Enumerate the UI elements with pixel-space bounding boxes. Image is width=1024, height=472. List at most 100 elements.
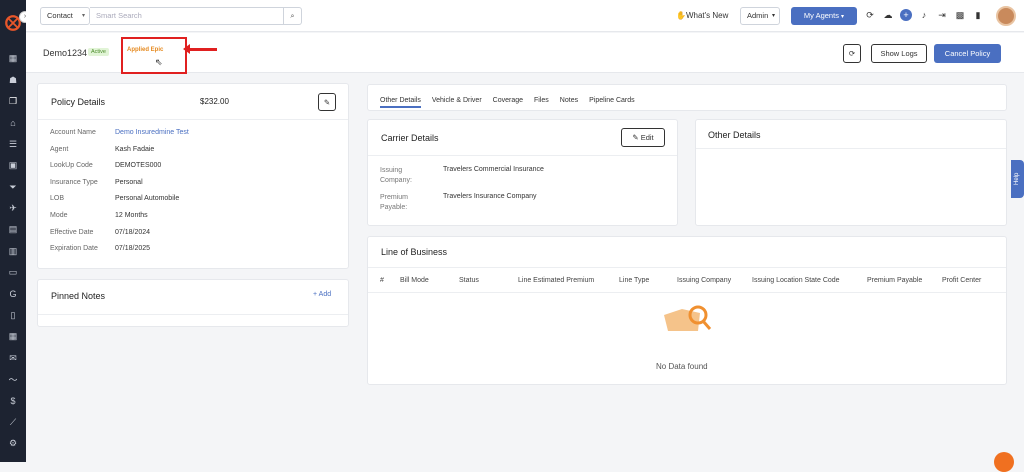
tab-pipeline-cards[interactable]: Pipeline Cards bbox=[589, 97, 635, 108]
add-note-label: Add bbox=[318, 291, 332, 298]
add-icon[interactable]: + bbox=[900, 9, 912, 21]
edit-carrier-button[interactable]: ✎ Edit bbox=[621, 128, 665, 147]
divider bbox=[696, 148, 1006, 149]
issuing-company-value: Travelers Commercial Insurance bbox=[443, 166, 544, 173]
carrier-details-title: Carrier Details bbox=[381, 133, 439, 143]
search-placeholder: Smart Search bbox=[96, 11, 142, 20]
sync-icon[interactable]: ⟳ bbox=[864, 9, 876, 21]
pencil-icon: ✎ bbox=[323, 98, 331, 107]
chat-bubble[interactable] bbox=[994, 452, 1014, 472]
document-icon[interactable]: ▤ bbox=[0, 219, 26, 240]
chevron-down-icon: ▾ bbox=[841, 14, 845, 20]
policy-detail-value[interactable]: Demo Insuredmine Test bbox=[115, 129, 189, 136]
chip-icon[interactable]: ▩ bbox=[954, 9, 966, 21]
list-icon[interactable]: ☰ bbox=[0, 134, 26, 155]
policies-icon[interactable]: ❐ bbox=[0, 91, 26, 112]
sidebar-nav: ▦ ☗ ❐ ⌂ ☰ ▣ ⏷ ✈ ▤ ▥ ▭ G ▯ ▦ ✉ 〜 $ ⟋ ⚙ bbox=[0, 48, 26, 454]
settings-icon[interactable]: ⚙ bbox=[0, 433, 26, 454]
edit-label: Edit bbox=[640, 133, 654, 142]
whats-new-label: What's New bbox=[685, 11, 729, 20]
dollar-icon[interactable]: $ bbox=[0, 390, 26, 411]
pinned-notes-title: Pinned Notes bbox=[51, 291, 106, 301]
trash-icon[interactable]: ▮ bbox=[972, 9, 984, 21]
logout-icon[interactable]: ⇥ bbox=[936, 9, 948, 21]
analytics-icon[interactable]: ▥ bbox=[0, 241, 26, 262]
folder-icon[interactable]: ▭ bbox=[0, 262, 26, 283]
tab-files[interactable]: Files bbox=[534, 97, 549, 108]
bell-icon[interactable]: ♪ bbox=[918, 9, 930, 21]
premium-payable-value: Travelers Insurance Company bbox=[443, 193, 537, 200]
sidebar: › ▦ ☗ ❐ ⌂ ☰ ▣ ⏷ ✈ ▤ ▥ ▭ G ▯ ▦ ✉ 〜 $ ⟋ ⚙ bbox=[0, 0, 31, 462]
search-icon[interactable]: ⌕ bbox=[283, 8, 301, 24]
calendar-icon[interactable]: ▦ bbox=[0, 326, 26, 347]
reports-icon[interactable]: ▣ bbox=[0, 155, 26, 176]
cloud-icon[interactable]: ☁ bbox=[882, 9, 894, 21]
policy-detail-value: Personal Automobile bbox=[115, 195, 180, 203]
megaphone-icon[interactable]: ✈ bbox=[0, 198, 26, 219]
lob-column-header: Issuing Location State Code bbox=[752, 277, 840, 284]
edit-policy-button[interactable]: ✎ bbox=[318, 93, 336, 111]
tab-coverage[interactable]: Coverage bbox=[493, 97, 523, 108]
tab-notes[interactable]: Notes bbox=[560, 97, 578, 108]
policy-detail-value: 07/18/2024 bbox=[115, 228, 151, 236]
detail-tabs: Other Details Vehicle & Driver Coverage Fil… bbox=[380, 97, 635, 108]
tab-vehicle-driver[interactable]: Vehicle & Driver bbox=[432, 97, 482, 108]
policy-details-card: Policy Details $232.00 ✎ Account Name Dem… bbox=[37, 83, 349, 269]
chevron-down-icon: ▾ bbox=[771, 13, 775, 19]
cursor-icon: ⇖ bbox=[155, 57, 163, 67]
dashboard-icon[interactable]: ▦ bbox=[0, 48, 26, 69]
applied-epic-label: Applied Epic bbox=[127, 47, 164, 53]
smart-search-input[interactable]: Smart Search ⌕ bbox=[90, 7, 302, 25]
divider bbox=[368, 155, 677, 156]
admin-select[interactable]: Admin ▾ bbox=[740, 7, 780, 25]
trend-icon[interactable]: 〜 bbox=[0, 369, 26, 390]
policy-detail-value: DEMOTES000 bbox=[115, 162, 162, 170]
applied-epic-logo[interactable]: Applied Epic ⇖ bbox=[121, 37, 187, 74]
help-label: Help bbox=[1014, 172, 1020, 186]
avatar[interactable] bbox=[996, 6, 1016, 26]
line-of-business-title: Line of Business bbox=[381, 247, 448, 257]
help-tab[interactable]: Help bbox=[1011, 160, 1024, 198]
policy-details-title: Policy Details bbox=[51, 97, 106, 107]
my-agents-label: My Agents bbox=[803, 11, 839, 20]
show-logs-button[interactable]: Show Logs bbox=[871, 44, 927, 63]
policy-detail-value: 12 Months bbox=[115, 212, 148, 219]
add-note-button[interactable]: + Add bbox=[313, 291, 331, 298]
policy-detail-row: Expiration Date 07/18/2025 bbox=[50, 245, 150, 253]
clipboard-icon[interactable]: ▯ bbox=[0, 305, 26, 326]
policy-detail-row: Insurance Type Personal bbox=[50, 179, 143, 186]
refresh-button[interactable]: ⟳ bbox=[843, 44, 861, 63]
carrier-details-card: Carrier Details ✎ Edit Issuing Company: … bbox=[367, 119, 678, 226]
hand-icon: ✋ bbox=[676, 11, 686, 20]
cancel-policy-button[interactable]: Cancel Policy bbox=[934, 44, 1001, 63]
top-icons: ⟳ ☁ + ♪ ⇥ ▩ ▮ bbox=[864, 9, 984, 21]
lob-column-header: Bill Mode bbox=[400, 277, 429, 284]
divider bbox=[368, 292, 1006, 293]
mail-icon[interactable]: ✉ bbox=[0, 347, 26, 368]
contacts-icon[interactable]: ☗ bbox=[0, 69, 26, 90]
policy-header: Demo1234 Active Applied Epic ⇖ ⟳ Show Lo… bbox=[26, 33, 1024, 74]
policy-detail-row: Account Name Demo Insuredmine Test bbox=[50, 129, 189, 136]
tab-other-details[interactable]: Other Details bbox=[380, 97, 421, 108]
policy-detail-label: Effective Date bbox=[50, 228, 94, 236]
contact-select-value: Contact bbox=[47, 11, 73, 20]
plus-icon: + bbox=[313, 291, 318, 298]
divider bbox=[368, 267, 1006, 268]
admin-select-value: Admin bbox=[747, 11, 769, 20]
no-data-message: No Data found bbox=[656, 362, 708, 371]
policy-detail-label: Mode bbox=[50, 212, 68, 219]
my-agents-button[interactable]: My Agents ▾ bbox=[791, 7, 857, 25]
policy-detail-label: Expiration Date bbox=[50, 245, 98, 253]
filter-icon[interactable]: ⏷ bbox=[0, 176, 26, 197]
whats-new-link[interactable]: ✋What's New bbox=[676, 11, 728, 20]
divider bbox=[38, 314, 348, 315]
policy-detail-label: Agent bbox=[50, 145, 69, 153]
policy-detail-row: LookUp Code DEMOTES000 bbox=[50, 162, 161, 169]
contact-select[interactable]: Contact ▾ bbox=[40, 7, 90, 25]
carriers-icon[interactable]: ⌂ bbox=[0, 112, 26, 133]
policy-detail-label: Account Name bbox=[50, 129, 96, 136]
chart-icon[interactable]: ⟋ bbox=[0, 412, 26, 433]
policy-amount: $232.00 bbox=[200, 97, 229, 106]
google-icon[interactable]: G bbox=[0, 283, 26, 304]
lob-column-header: Line Type bbox=[619, 277, 650, 284]
